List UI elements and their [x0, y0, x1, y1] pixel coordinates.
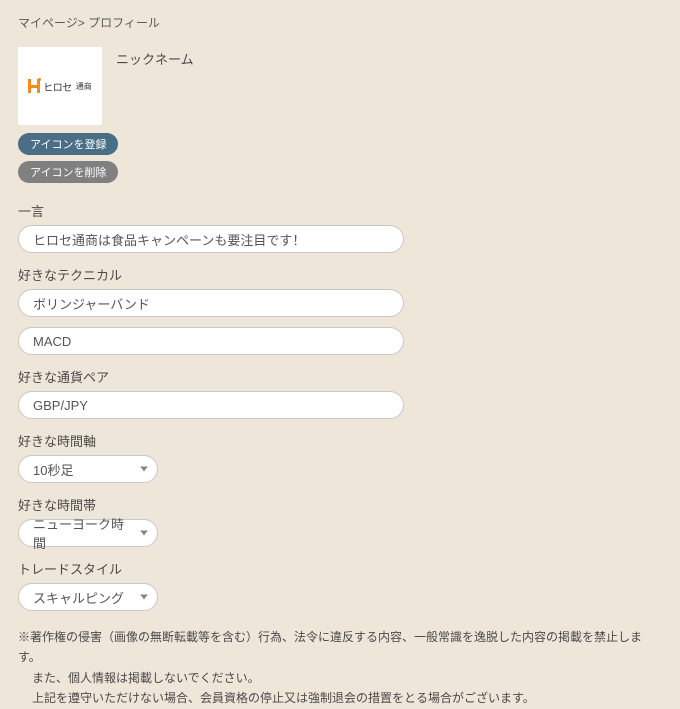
technical-input-1[interactable]: [18, 289, 404, 317]
timezone-label: 好きな時間帯: [18, 495, 662, 514]
note-line-1: ※著作権の侵害（画像の無断転載等を含む）行為、法令に違反する内容、一般常識を逸脱…: [18, 627, 662, 668]
chevron-down-icon: [140, 531, 148, 536]
avatar-button-stack: アイコンを登録 アイコンを削除: [18, 133, 662, 183]
avatar-brand-main: ヒロセ: [43, 79, 72, 94]
style-value: スキャルピング: [33, 588, 124, 607]
avatar: ヒロセ 通商: [18, 47, 102, 125]
avatar-logo-icon: ヒロセ 通商: [28, 79, 92, 94]
delete-icon-button[interactable]: アイコンを削除: [18, 161, 118, 183]
hitokoto-input[interactable]: [18, 225, 404, 253]
note-line-2: また、個人情報は掲載しないでください。: [18, 668, 662, 688]
breadcrumb-separator: >: [78, 16, 85, 30]
style-label: トレードスタイル: [18, 559, 662, 578]
note-line-3: 上記を遵守いただけない場合、会員資格の停止又は強制退会の措置をとる場合がございま…: [18, 688, 662, 708]
register-icon-button[interactable]: アイコンを登録: [18, 133, 118, 155]
profile-header-row: ヒロセ 通商 ニックネーム: [18, 47, 662, 125]
timezone-select[interactable]: ニューヨーク時間: [18, 519, 158, 547]
style-select[interactable]: スキャルピング: [18, 583, 158, 611]
breadcrumb-part1[interactable]: マイページ: [18, 16, 78, 30]
pair-label: 好きな通貨ペア: [18, 367, 662, 386]
chevron-down-icon: [140, 595, 148, 600]
breadcrumb: マイページ> プロフィール: [18, 14, 662, 31]
breadcrumb-part2: プロフィール: [88, 16, 160, 30]
chevron-down-icon: [140, 467, 148, 472]
technical-input-2[interactable]: [18, 327, 404, 355]
hitokoto-label: 一言: [18, 201, 662, 220]
nickname-label: ニックネーム: [116, 49, 194, 68]
technical-label: 好きなテクニカル: [18, 265, 662, 284]
timezone-value: ニューヨーク時間: [33, 514, 129, 552]
avatar-brand-sub: 通商: [76, 81, 92, 92]
timeframe-label: 好きな時間軸: [18, 431, 662, 450]
timeframe-value: 10秒足: [33, 460, 73, 479]
pair-input[interactable]: [18, 391, 404, 419]
footer-notes: ※著作権の侵害（画像の無断転載等を含む）行為、法令に違反する内容、一般常識を逸脱…: [18, 627, 662, 709]
timeframe-select[interactable]: 10秒足: [18, 455, 158, 483]
